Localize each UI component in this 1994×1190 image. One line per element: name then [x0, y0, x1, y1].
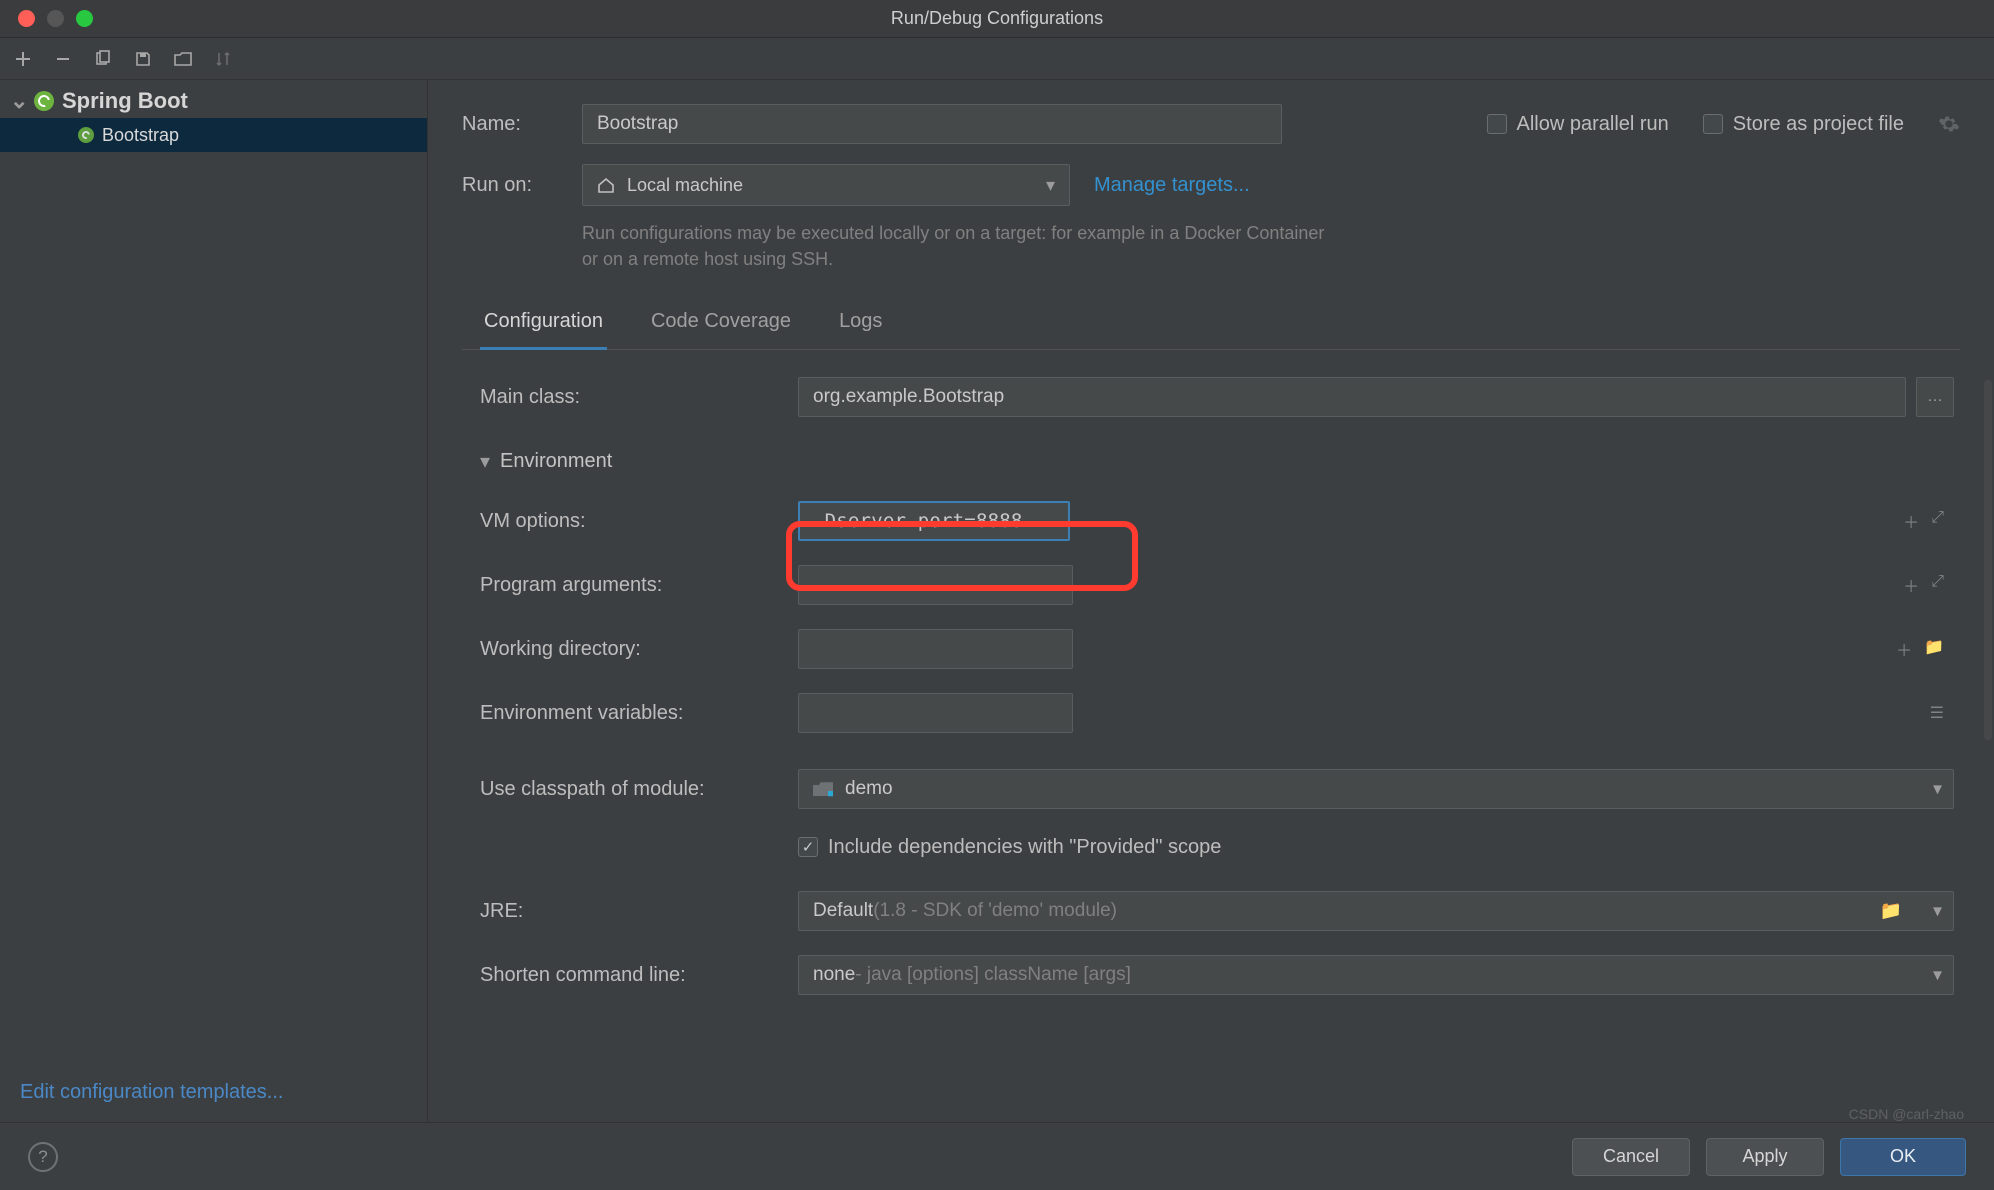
config-tabs: Configuration Code Coverage Logs [462, 300, 1960, 350]
store-as-project-checkbox[interactable]: Store as project file [1703, 113, 1904, 136]
include-provided-label: Include dependencies with "Provided" sco… [828, 836, 1221, 859]
run-on-value: Local machine [627, 175, 743, 196]
config-type-spring-boot[interactable]: ⌄ Spring Boot [0, 84, 427, 118]
config-main-panel: Name: Allow parallel run Store as projec… [428, 80, 1994, 1122]
minimize-window-icon[interactable] [47, 10, 64, 27]
list-edit-icon[interactable]: ☰ [1930, 703, 1944, 723]
include-provided-checkbox[interactable]: Include dependencies with "Provided" sco… [798, 836, 1221, 859]
jre-value-hint: (1.8 - SDK of 'demo' module) [873, 900, 1117, 922]
working-directory-input[interactable] [798, 629, 1073, 669]
folder-config-icon[interactable] [172, 48, 194, 70]
dialog-footer: ? Cancel Apply OK [0, 1122, 1994, 1190]
remove-config-icon[interactable] [52, 48, 74, 70]
config-type-label: Spring Boot [62, 88, 188, 114]
vm-options-input[interactable] [798, 501, 1070, 541]
tab-configuration[interactable]: Configuration [480, 300, 607, 350]
watermark: CSDN @carl-zhao [1849, 1106, 1964, 1122]
close-window-icon[interactable] [18, 10, 35, 27]
help-icon[interactable]: ? [28, 1142, 58, 1172]
jre-value: Default [813, 900, 873, 922]
zoom-window-icon[interactable] [76, 10, 93, 27]
main-class-label: Main class: [480, 386, 798, 409]
title-bar: Run/Debug Configurations [0, 0, 1994, 38]
tab-logs[interactable]: Logs [835, 300, 886, 349]
name-input[interactable] [582, 104, 1282, 144]
config-toolbar [0, 38, 1994, 80]
insert-macro-icon[interactable]: ＋ [1903, 573, 1919, 597]
home-icon [597, 176, 615, 194]
browse-main-class-button[interactable]: … [1916, 377, 1954, 417]
gear-icon[interactable] [1938, 113, 1960, 135]
allow-parallel-label: Allow parallel run [1517, 113, 1669, 136]
insert-macro-icon[interactable]: ＋ [1903, 509, 1919, 533]
program-args-input[interactable] [798, 565, 1073, 605]
expand-icon[interactable]: ⤢ [1931, 509, 1944, 533]
shorten-cmd-label: Shorten command line: [480, 964, 798, 987]
env-vars-input[interactable] [798, 693, 1073, 733]
chevron-down-icon: ⌄ [10, 88, 26, 114]
config-form: Main class: … ▾ Environment VM options: [462, 376, 1960, 1122]
shorten-value-hint: - java [options] className [args] [855, 964, 1131, 986]
config-sidebar: ⌄ Spring Boot Bootstrap Edit configurati… [0, 80, 428, 1122]
classpath-label: Use classpath of module: [480, 778, 798, 801]
run-on-combo[interactable]: Local machine ▾ [582, 164, 1070, 206]
save-config-icon[interactable] [132, 48, 154, 70]
add-config-icon[interactable] [12, 48, 34, 70]
program-args-label: Program arguments: [480, 574, 798, 597]
manage-targets-link[interactable]: Manage targets... [1094, 174, 1250, 197]
shorten-value: none [813, 964, 855, 986]
checkbox-icon [1703, 114, 1723, 134]
run-on-hint: Run configurations may be executed local… [582, 220, 1342, 272]
tab-code-coverage[interactable]: Code Coverage [647, 300, 795, 349]
spring-boot-icon [34, 91, 54, 111]
vm-options-label: VM options: [480, 510, 798, 533]
spring-boot-icon [78, 127, 94, 143]
name-label: Name: [462, 113, 558, 136]
module-icon [813, 782, 833, 796]
folder-open-icon[interactable]: 📁 [1924, 637, 1944, 661]
environment-section-header[interactable]: ▾ Environment [480, 449, 798, 474]
window-title: Run/Debug Configurations [891, 8, 1103, 29]
working-directory-label: Working directory: [480, 638, 798, 661]
main-class-input[interactable] [798, 377, 1906, 417]
allow-parallel-checkbox[interactable]: Allow parallel run [1487, 113, 1669, 136]
copy-config-icon[interactable] [92, 48, 114, 70]
jre-label: JRE: [480, 900, 798, 923]
config-item-label: Bootstrap [102, 125, 179, 146]
ok-button[interactable]: OK [1840, 1138, 1966, 1176]
edit-templates-link[interactable]: Edit configuration templates... [0, 1067, 427, 1122]
shorten-cmd-combo[interactable]: none - java [options] className [args] ▾ [798, 955, 1954, 995]
chevron-down-icon: ▾ [480, 449, 490, 474]
scrollbar[interactable] [1984, 380, 1992, 740]
insert-macro-icon[interactable]: ＋ [1896, 637, 1912, 661]
env-vars-label: Environment variables: [480, 702, 798, 725]
run-on-label: Run on: [462, 174, 558, 197]
config-item-bootstrap[interactable]: Bootstrap [0, 118, 427, 152]
sort-config-icon[interactable] [212, 48, 234, 70]
vm-options-field[interactable]: ＋ ⤢ [798, 501, 1954, 541]
store-as-project-label: Store as project file [1733, 113, 1904, 136]
classpath-combo[interactable]: demo ▾ [798, 769, 1954, 809]
checkbox-icon [1487, 114, 1507, 134]
classpath-value: demo [845, 778, 893, 800]
window-controls [0, 10, 93, 27]
chevron-down-icon: ▾ [1046, 175, 1055, 196]
expand-icon[interactable]: ⤢ [1931, 573, 1944, 597]
apply-button[interactable]: Apply [1706, 1138, 1824, 1176]
checkbox-checked-icon [798, 837, 818, 857]
jre-combo[interactable]: Default (1.8 - SDK of 'demo' module) 📁 ▾ [798, 891, 1954, 931]
cancel-button[interactable]: Cancel [1572, 1138, 1690, 1176]
